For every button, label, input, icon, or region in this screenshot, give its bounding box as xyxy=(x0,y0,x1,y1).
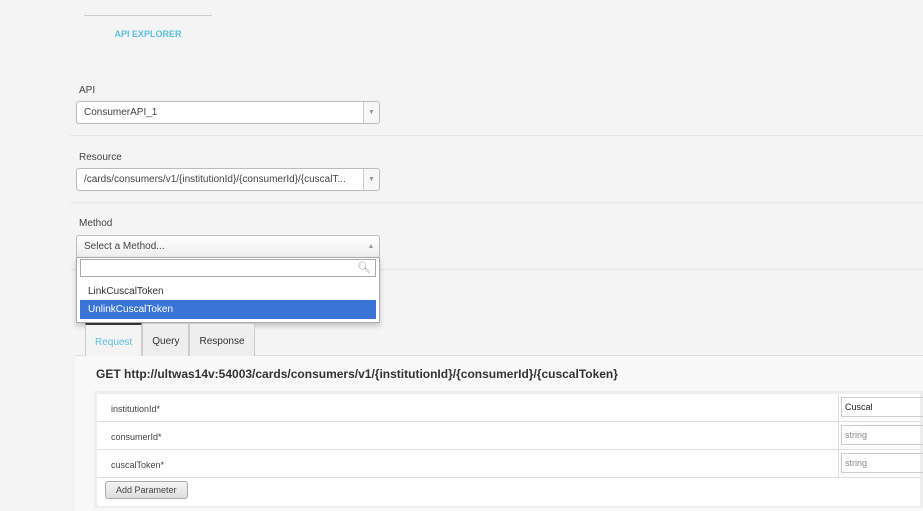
divider xyxy=(70,202,923,203)
table-row: Add Parameter xyxy=(97,478,920,506)
param-value-input[interactable]: string xyxy=(841,453,923,473)
api-select[interactable]: ConsumerAPI_1 ▼ xyxy=(76,101,380,124)
resource-value: /cards/consumers/v1/{institutionId}/{con… xyxy=(84,174,346,185)
chevron-down-icon: ▼ xyxy=(363,102,379,123)
tab-request[interactable]: Request xyxy=(85,323,143,356)
api-value: ConsumerAPI_1 xyxy=(84,107,158,118)
tab-query[interactable]: Query xyxy=(142,323,190,356)
method-option-highlighted[interactable]: UnlinkCuscalToken xyxy=(80,300,376,319)
resource-select[interactable]: /cards/consumers/v1/{institutionId}/{con… xyxy=(76,168,380,191)
method-label: Method xyxy=(79,218,113,229)
method-select[interactable]: Select a Method... ▲ xyxy=(76,235,380,258)
params-table: institutionId* Cuscal consumerId* string c… xyxy=(94,391,923,508)
chevron-down-icon: ▼ xyxy=(363,169,379,190)
method-search-input[interactable]: 🔍︎ xyxy=(80,259,376,277)
table-row: institutionId* Cuscal xyxy=(97,394,923,422)
api-explorer-title[interactable]: API EXPLORER xyxy=(84,29,212,39)
table-row: cuscalToken* string xyxy=(97,450,923,478)
param-name: consumerId* xyxy=(111,432,162,442)
tab-response[interactable]: Response xyxy=(189,323,255,356)
param-value-input[interactable]: string xyxy=(841,425,923,445)
divider xyxy=(84,15,212,16)
resource-label: Resource xyxy=(79,152,122,163)
method-placeholder: Select a Method... xyxy=(84,241,165,252)
table-row: consumerId* string xyxy=(97,422,923,450)
tab-bar: Request Query Response xyxy=(85,323,255,356)
method-option[interactable]: LinkCuscalToken xyxy=(80,282,376,301)
chevron-up-icon: ▲ xyxy=(367,243,375,250)
param-name: institutionId* xyxy=(111,404,161,414)
search-icon: 🔍︎ xyxy=(357,262,371,274)
api-label: API xyxy=(79,85,96,96)
method-dropdown: 🔍︎ LinkCuscalToken UnlinkCuscalToken xyxy=(76,257,380,323)
divider xyxy=(70,135,923,136)
param-name: cuscalToken* xyxy=(111,460,165,470)
request-line: GET http://ultwas14v:54003/cards/consume… xyxy=(96,367,618,381)
param-value-input[interactable]: Cuscal xyxy=(841,397,923,417)
add-parameter-button[interactable]: Add Parameter xyxy=(105,481,188,499)
